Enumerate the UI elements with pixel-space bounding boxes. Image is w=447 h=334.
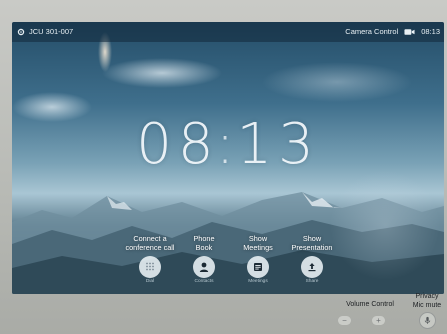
camera-icon[interactable] [404,28,415,36]
microphone-icon [424,316,431,324]
gear-icon[interactable] [17,28,25,36]
share-button[interactable] [301,256,323,278]
meetings-button[interactable] [247,256,269,278]
action-row: Connect a conference call Dial Phone Boo… [12,232,444,294]
cloud-shape [102,58,222,88]
camera-control-label[interactable]: Camera Control [345,27,398,36]
cloud-shape [262,62,412,102]
clock-minutes: 13 [236,112,320,177]
volume-control-label: Volume Control [346,301,394,308]
dialpad-icon [146,262,154,271]
person-icon [199,262,209,272]
share-action[interactable]: Show Presentation Share [274,232,350,284]
share-sub-label: Share [305,279,319,284]
mic-mute-button[interactable] [419,312,436,329]
contacts-button[interactable] [193,256,215,278]
clock-separator: : [215,112,241,177]
volume-down-button[interactable]: − [338,316,351,325]
clock-hours: 08 [136,112,220,177]
big-clock: 08:13 [12,112,444,177]
volume-up-button[interactable]: + [372,316,385,325]
room-name[interactable]: JCU 301-007 [29,27,73,36]
status-time: 08:13 [421,27,440,36]
privacy-label: Privacy Mic mute [412,293,442,309]
share-icon [308,263,316,272]
touch-screen: JCU 301-007 Camera Control 08:13 08:13 C… [12,22,444,294]
share-action-label: Show Presentation [291,234,333,252]
calendar-icon [254,263,262,271]
dial-button[interactable] [139,256,161,278]
status-bar: JCU 301-007 Camera Control 08:13 [12,22,444,42]
